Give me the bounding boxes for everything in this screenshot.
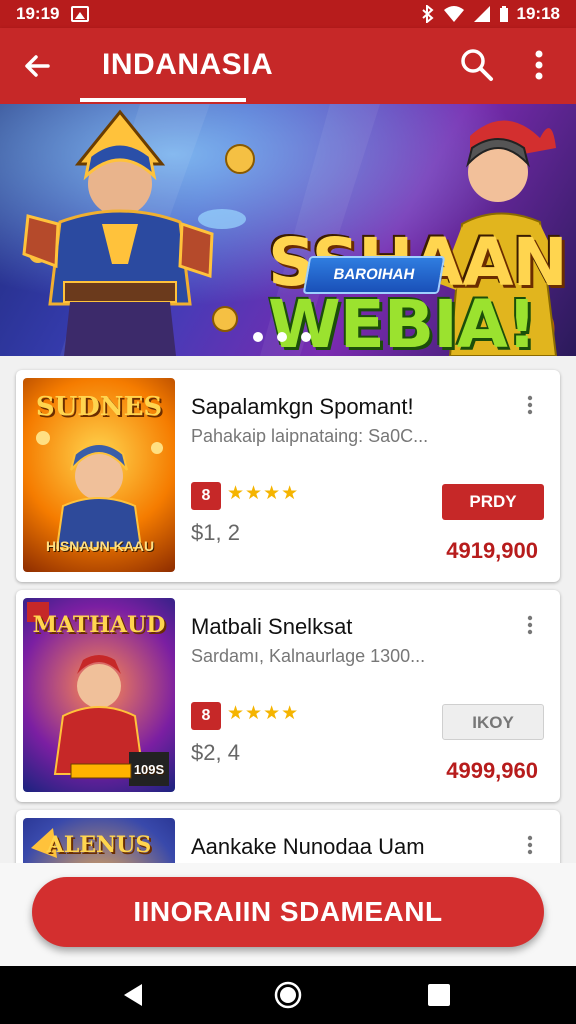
tab-indicator xyxy=(80,98,246,102)
item-price: 4999,960 xyxy=(446,758,538,783)
arrow-back-icon[interactable] xyxy=(18,46,58,86)
list-item[interactable]: SUDNES HISNAUN KAAU Sapalamkgn Spomant! … xyxy=(16,370,560,582)
promo-banner[interactable]: SSHAAN WEBIA! BAROIHAH xyxy=(0,104,576,356)
item-action-button[interactable]: PRDY xyxy=(442,484,544,520)
item-meta-value: $2, 4 xyxy=(191,740,240,765)
page-dot[interactable] xyxy=(253,332,263,342)
more-vert-icon[interactable] xyxy=(522,834,538,856)
thumbnail-caption: HISNAUN KAAU xyxy=(45,538,155,554)
banner-title-line2: WEBIA! xyxy=(268,286,537,357)
nav-back-icon[interactable] xyxy=(120,982,146,1008)
game-thumbnail[interactable]: MATHAUD 109S xyxy=(23,598,175,792)
battery-icon xyxy=(499,6,508,22)
rating-badge: 8 xyxy=(191,482,221,510)
banner-button[interactable]: BAROIHAH xyxy=(302,256,446,294)
item-action-button[interactable]: IKOY xyxy=(442,704,544,740)
image-notification-icon xyxy=(71,6,90,22)
more-vert-icon[interactable] xyxy=(522,394,538,416)
thumbnail-title: ALENUS xyxy=(46,832,152,858)
signal-icon xyxy=(473,6,490,22)
nav-home-icon[interactable] xyxy=(274,981,302,1009)
primary-cta-button[interactable]: IINORAIIN SDAMEANL xyxy=(32,877,544,947)
banner-page-indicator[interactable] xyxy=(253,332,311,342)
star-rating: ★★★★ xyxy=(227,703,300,724)
status-time: 19:19 xyxy=(16,4,60,23)
item-description: Pahakaip laipnataing: Sa0C... xyxy=(191,426,429,446)
list-item[interactable]: MATHAUD 109S Matbali Snelksat Sardamı, K… xyxy=(16,590,560,802)
item-meta-value: $1, 2 xyxy=(191,520,240,545)
page-dot[interactable] xyxy=(277,332,287,342)
thumbnail-title: SUDNES xyxy=(35,392,163,422)
item-description: Sardamı, Kalnaurlage 1300... xyxy=(191,646,426,666)
more-vert-icon[interactable] xyxy=(522,44,556,86)
app-bar: INDANASIA xyxy=(0,28,576,104)
game-thumbnail[interactable]: SUDNES HISNAUN KAAU xyxy=(23,378,175,572)
more-vert-icon[interactable] xyxy=(522,614,538,636)
bluetooth-icon xyxy=(421,5,434,23)
app-title: INDANASIA xyxy=(102,48,274,81)
system-nav-bar xyxy=(0,966,576,1024)
page-dot[interactable] xyxy=(301,332,311,342)
item-name[interactable]: Matbali Snelksat xyxy=(191,614,352,640)
item-price: 4919,900 xyxy=(446,538,538,563)
nav-recents-icon[interactable] xyxy=(428,984,450,1006)
item-name[interactable]: Aankake Nunodaa Uam xyxy=(191,834,425,860)
status-time-right: 19:18 xyxy=(516,4,560,23)
wifi-icon xyxy=(443,6,464,22)
search-icon[interactable] xyxy=(456,44,498,86)
status-bar: 19:19 19:18 xyxy=(0,0,576,28)
star-rating: ★★★★ xyxy=(227,483,300,504)
thumbnail-caption: 109S xyxy=(133,762,165,777)
thumbnail-title: MATHAUD xyxy=(32,612,166,638)
item-name[interactable]: Sapalamkgn Spomant! xyxy=(191,394,414,420)
rating-badge: 8 xyxy=(191,702,221,730)
